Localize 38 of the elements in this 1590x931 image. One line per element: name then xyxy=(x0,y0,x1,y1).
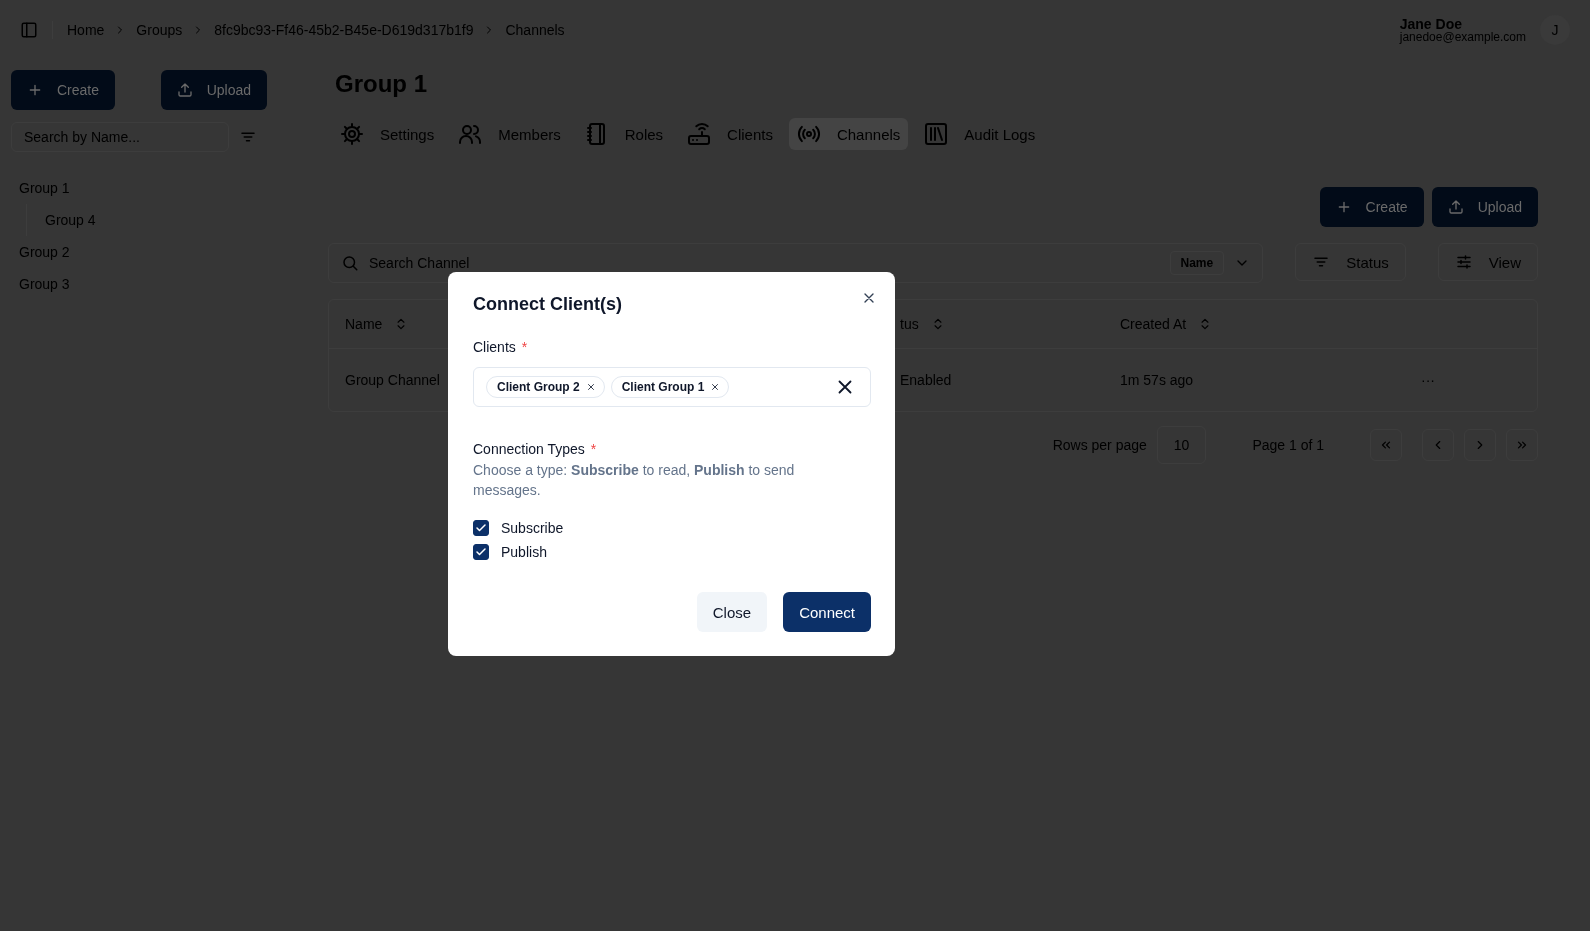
tab[interactable]: Channels xyxy=(788,118,909,150)
checkbox[interactable] xyxy=(473,520,489,536)
upload-button[interactable]: Upload xyxy=(160,70,267,110)
client-chip[interactable]: Client Group 1 xyxy=(610,376,730,398)
double-chevron-right-icon xyxy=(1515,438,1529,452)
search-icon xyxy=(341,254,359,272)
checkbox-label: Subscribe xyxy=(501,520,564,536)
create-button[interactable]: Create xyxy=(1319,187,1424,227)
library-icon xyxy=(924,122,949,146)
checkbox-label: Publish xyxy=(501,544,547,560)
create-button[interactable]: Create xyxy=(11,70,116,110)
dialog-title: Connect Client(s) xyxy=(473,294,623,315)
client-chip[interactable]: Client Group 2 xyxy=(486,376,605,398)
remove-icon xyxy=(710,382,721,392)
upload-icon xyxy=(1447,199,1464,215)
field-label: Connection Types xyxy=(473,441,585,457)
sliders-icon xyxy=(1454,253,1473,271)
plus-icon xyxy=(27,82,43,98)
row-actions-button[interactable]: ··· xyxy=(1421,372,1435,388)
user-avatar[interactable]: J xyxy=(1540,15,1570,45)
remove-icon xyxy=(585,382,596,392)
check-icon xyxy=(475,546,487,558)
checkbox[interactable] xyxy=(473,544,489,560)
required-mark: * xyxy=(590,441,597,457)
sidebar-toggle-icon xyxy=(20,21,38,39)
field-label: Clients xyxy=(473,339,516,355)
upload-button[interactable]: Upload xyxy=(1431,187,1538,227)
close-dialog-button[interactable]: Close xyxy=(696,592,768,632)
check-icon xyxy=(475,522,487,534)
users-icon xyxy=(458,122,483,146)
upload-icon xyxy=(176,82,193,98)
router-icon xyxy=(687,122,712,146)
field-description: Choose a type: Subscribe to read, Publish to send messages. xyxy=(473,461,796,500)
double-chevron-left-icon xyxy=(1379,438,1393,452)
required-mark: * xyxy=(521,339,528,355)
gear-icon xyxy=(340,122,364,146)
connect-button[interactable]: Connect xyxy=(783,592,871,632)
clients-select[interactable]: Client Group 2 Client Group 1 xyxy=(473,367,871,407)
